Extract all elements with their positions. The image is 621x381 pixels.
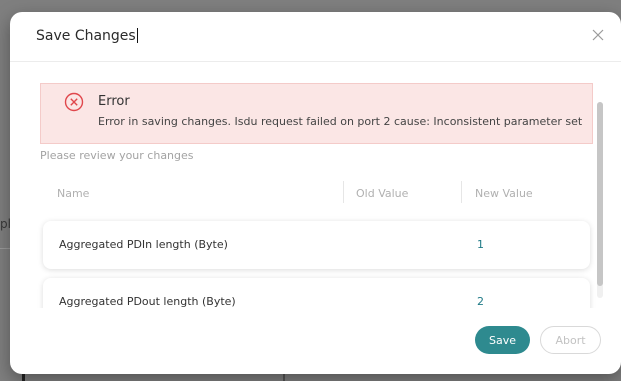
save-button[interactable]: Save [475,326,530,354]
error-circle-x-icon [64,92,84,112]
table-row: Aggregated PDIn length (Byte) 1 [43,221,590,269]
row-new-value: 1 [477,238,484,251]
column-header-name: Name [57,187,90,200]
review-prompt: Please review your changes [40,149,194,162]
error-title: Error [98,94,130,109]
row-name: Aggregated PDIn length (Byte) [59,238,228,251]
error-alert: Error Error in saving changes. Isdu requ… [40,83,593,144]
dialog-title: Save Changes [36,28,138,44]
column-header-old-value: Old Value [356,187,409,200]
abort-button[interactable]: Abort [540,326,601,354]
error-message: Error in saving changes. Isdu request fa… [98,115,583,128]
row-name: Aggregated PDout length (Byte) [59,295,236,308]
table-row: Aggregated PDout length (Byte) 2 [43,278,590,308]
changes-scroll-area[interactable]: Error Error in saving changes. Isdu requ… [10,63,621,308]
text-cursor [136,28,138,43]
close-icon [592,29,604,41]
background-divider [0,248,10,249]
dialog-header: Save Changes [10,12,621,62]
dialog-title-text: Save Changes [36,28,136,44]
column-separator [343,181,344,203]
column-separator [461,181,462,203]
save-changes-dialog: Save Changes Error Error in saving chang… [10,12,621,374]
row-new-value: 2 [477,295,484,308]
scrollbar-thumb[interactable] [597,102,603,286]
close-button[interactable] [589,26,607,44]
column-header-new-value: New Value [475,187,533,200]
